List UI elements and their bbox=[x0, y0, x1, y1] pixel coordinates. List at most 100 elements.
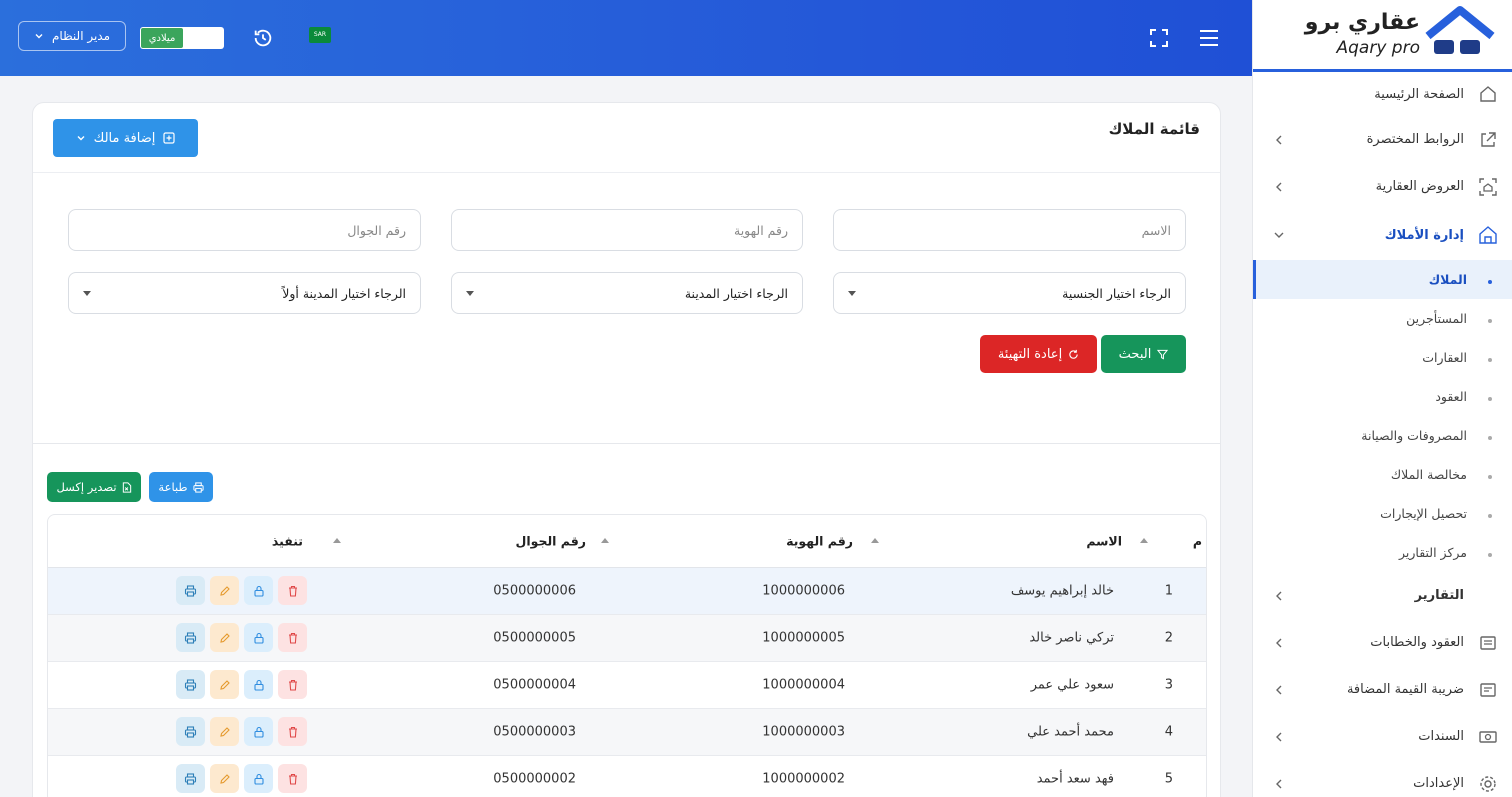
column-header-phone[interactable]: رقم الجوال bbox=[516, 534, 587, 549]
delete-button[interactable] bbox=[278, 717, 307, 746]
edit-button[interactable] bbox=[210, 670, 239, 699]
row-name: فهد سعد أحمد bbox=[1036, 771, 1114, 787]
calendar-toggle[interactable]: ميلادي bbox=[140, 27, 224, 49]
sort-icon[interactable] bbox=[871, 538, 879, 543]
menu-icon[interactable] bbox=[1199, 29, 1219, 47]
logo-house-icon bbox=[1425, 6, 1495, 54]
printer-icon bbox=[184, 772, 197, 785]
lock-button[interactable] bbox=[244, 576, 273, 605]
delete-button[interactable] bbox=[278, 623, 307, 652]
table-row[interactable]: 5 فهد سعد أحمد 1000000002 0500000002 bbox=[48, 756, 1206, 797]
add-owner-button[interactable]: إضافة مالك bbox=[53, 119, 198, 157]
sidebar-item-home[interactable]: الصفحة الرئيسية bbox=[1253, 72, 1512, 116]
column-header-index[interactable]: م bbox=[1193, 534, 1202, 549]
row-phone: 0500000004 bbox=[493, 677, 576, 693]
print-button[interactable]: طباعة bbox=[149, 472, 213, 502]
history-icon[interactable] bbox=[252, 27, 274, 49]
chevron-down-icon bbox=[35, 34, 43, 39]
sidebar-subitem-owner-clearance[interactable]: مخالصة الملاك bbox=[1253, 455, 1512, 494]
print-row-button[interactable] bbox=[176, 623, 205, 652]
row-index: 4 bbox=[1164, 724, 1173, 740]
sidebar-item-contracts-letters[interactable]: العقود والخطابات bbox=[1253, 619, 1512, 666]
sidebar-subitem-properties[interactable]: العقارات bbox=[1253, 338, 1512, 377]
logo[interactable]: عقاري برو Aqary pro bbox=[1253, 0, 1512, 72]
sidebar-item-label: إدارة الأملاك bbox=[1384, 227, 1464, 243]
edit-button[interactable] bbox=[210, 623, 239, 652]
chevron-left-icon bbox=[1276, 779, 1282, 788]
edit-button[interactable] bbox=[210, 764, 239, 793]
sidebar-subitem-rent-collection[interactable]: تحصيل الإيجارات bbox=[1253, 494, 1512, 533]
sidebar-subitem-label: مركز التقارير bbox=[1398, 545, 1467, 560]
sidebar-subitem-contracts[interactable]: العقود bbox=[1253, 377, 1512, 416]
sort-icon[interactable] bbox=[601, 538, 609, 543]
lock-button[interactable] bbox=[244, 670, 273, 699]
sidebar-item-label: التقارير bbox=[1414, 588, 1464, 603]
owners-table: م الاسم رقم الهوية رقم الجوال تنفيذ 1 خا… bbox=[47, 514, 1207, 797]
printer-icon bbox=[184, 631, 197, 644]
district-value: الرجاء اختيار المدينة أولاً bbox=[282, 285, 406, 301]
row-id-number: 1000000006 bbox=[762, 583, 845, 599]
saudi-flag-icon[interactable]: SAR bbox=[309, 27, 331, 43]
edit-button[interactable] bbox=[210, 576, 239, 605]
phone-input[interactable]: رقم الجوال bbox=[68, 209, 421, 251]
sort-icon[interactable] bbox=[333, 538, 341, 543]
lock-icon bbox=[253, 679, 264, 691]
printer-icon bbox=[184, 725, 197, 738]
sort-icon[interactable] bbox=[1140, 538, 1148, 543]
table-row[interactable]: 3 سعود علي عمر 1000000004 0500000004 bbox=[48, 662, 1206, 709]
print-row-button[interactable] bbox=[176, 670, 205, 699]
id-number-placeholder: رقم الهوية bbox=[734, 222, 788, 238]
table-row[interactable]: 4 محمد أحمد علي 1000000003 0500000003 bbox=[48, 709, 1206, 756]
district-select[interactable]: الرجاء اختيار المدينة أولاً bbox=[68, 272, 421, 314]
trash-icon bbox=[288, 679, 297, 691]
delete-button[interactable] bbox=[278, 764, 307, 793]
sidebar-subitem-reports-center[interactable]: مركز التقارير bbox=[1253, 533, 1512, 572]
sidebar-item-settings[interactable]: الإعدادات bbox=[1253, 760, 1512, 797]
chevron-left-icon bbox=[1276, 685, 1282, 694]
sidebar-item-vouchers[interactable]: السندات bbox=[1253, 713, 1512, 760]
nationality-select[interactable]: الرجاء اختيار الجنسية bbox=[833, 272, 1186, 314]
id-number-input[interactable]: رقم الهوية bbox=[451, 209, 803, 251]
delete-button[interactable] bbox=[278, 576, 307, 605]
reset-button-label: إعادة التهيئة bbox=[997, 346, 1063, 362]
excel-file-icon bbox=[122, 481, 131, 493]
delete-button[interactable] bbox=[278, 670, 307, 699]
row-name: خالد إبراهيم يوسف bbox=[1010, 583, 1114, 599]
sidebar-subitem-tenants[interactable]: المستأجرين bbox=[1253, 299, 1512, 338]
search-button[interactable]: البحث bbox=[1101, 335, 1186, 373]
pencil-icon bbox=[219, 679, 230, 690]
sidebar-item-offers[interactable]: العروض العقارية bbox=[1253, 163, 1512, 210]
print-row-button[interactable] bbox=[176, 764, 205, 793]
export-button-label: تصدير إكسل bbox=[56, 480, 117, 494]
print-row-button[interactable] bbox=[176, 576, 205, 605]
city-select[interactable]: الرجاء اختيار المدينة bbox=[451, 272, 803, 314]
sidebar-item-property-management[interactable]: إدارة الأملاك bbox=[1253, 210, 1512, 260]
user-menu-button[interactable]: مدير النظام bbox=[18, 21, 126, 51]
logo-text: عقاري برو bbox=[1304, 10, 1420, 35]
lock-button[interactable] bbox=[244, 764, 273, 793]
sidebar-subitem-owners[interactable]: الملاك bbox=[1253, 260, 1512, 299]
lock-button[interactable] bbox=[244, 717, 273, 746]
lock-button[interactable] bbox=[244, 623, 273, 652]
reset-button[interactable]: إعادة التهيئة bbox=[980, 335, 1097, 373]
column-header-id[interactable]: رقم الهوية bbox=[786, 534, 853, 549]
table-row[interactable]: 1 خالد إبراهيم يوسف 1000000006 050000000… bbox=[48, 568, 1206, 615]
edit-button[interactable] bbox=[210, 717, 239, 746]
fullscreen-icon[interactable] bbox=[1149, 28, 1169, 48]
owners-card: قائمة الملاك إضافة مالك الاسم رقم الهوية… bbox=[32, 102, 1221, 797]
sidebar-subitem-label: العقارات bbox=[1422, 350, 1467, 365]
sidebar-item-label: الصفحة الرئيسية bbox=[1374, 86, 1464, 102]
pencil-icon bbox=[219, 585, 230, 596]
print-row-button[interactable] bbox=[176, 717, 205, 746]
filter-icon bbox=[1157, 349, 1169, 359]
search-button-label: البحث bbox=[1118, 346, 1152, 362]
name-input[interactable]: الاسم bbox=[833, 209, 1186, 251]
table-row[interactable]: 2 تركي ناصر خالد 1000000005 0500000005 bbox=[48, 615, 1206, 662]
sidebar-item-shortcuts[interactable]: الروابط المختصرة bbox=[1253, 116, 1512, 163]
sidebar-item-vat[interactable]: ضريبة القيمة المضافة bbox=[1253, 666, 1512, 713]
sidebar-item-reports[interactable]: التقارير bbox=[1253, 572, 1512, 619]
export-excel-button[interactable]: تصدير إكسل bbox=[47, 472, 141, 502]
sidebar-subitem-expenses[interactable]: المصروفات والصيانة bbox=[1253, 416, 1512, 455]
document-icon bbox=[1480, 635, 1496, 650]
column-header-name[interactable]: الاسم bbox=[1086, 534, 1122, 549]
